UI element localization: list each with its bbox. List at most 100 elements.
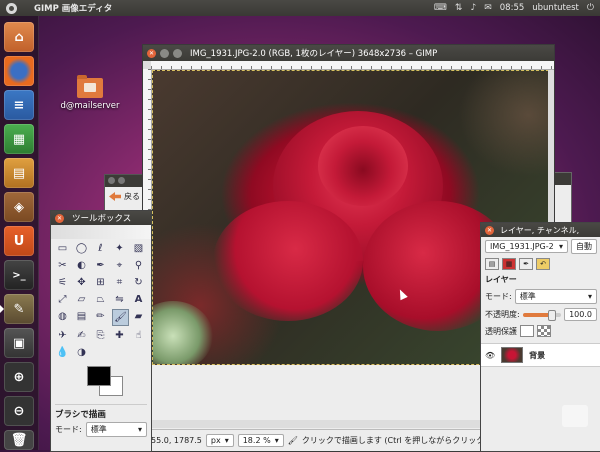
visibility-eye-icon[interactable]: 👁 (485, 351, 495, 360)
status-message: クリックで描画します (Ctrl を押しながらクリックでその (301, 436, 509, 445)
text-icon[interactable]: A (131, 292, 146, 307)
pencil-icon[interactable]: ✏ (93, 309, 108, 324)
auto-button[interactable]: 自動 (571, 239, 597, 254)
checker-icon (537, 325, 551, 337)
image-window-titlebar[interactable]: ✕ IMG_1931.JPG-2.0 (RGB, 1枚のレイヤー) 3648x2… (143, 45, 554, 61)
software-center-icon[interactable]: ◈ (4, 192, 34, 222)
opacity-input[interactable]: 100.0 (564, 308, 597, 321)
measure-icon[interactable]: ⚟ (55, 275, 70, 290)
foreground-color-swatch[interactable] (87, 366, 111, 386)
perspective-icon[interactable]: ⏢ (93, 292, 108, 307)
image-select[interactable]: IMG_1931.JPG-2 ▾ (485, 240, 568, 253)
rotate-icon[interactable]: ↻ (131, 275, 146, 290)
layers-titlebar[interactable]: ✕ レイヤー, チャンネル, (481, 223, 600, 237)
layer-thumbnail (501, 347, 524, 363)
impress-icon[interactable]: ▤ (4, 158, 34, 188)
pointer-coordinates: 55.0, 1787.5 (151, 436, 202, 445)
mode-label: モード: (55, 425, 82, 434)
calc-icon[interactable]: ▦ (4, 124, 34, 154)
horizontal-ruler[interactable] (151, 61, 554, 70)
layer-mode-select[interactable]: 標準 ▾ (514, 289, 597, 304)
user-menu[interactable]: ubuntutest (532, 3, 579, 13)
clock[interactable]: 08:55 (500, 3, 525, 13)
align-icon[interactable]: ⊞ (93, 275, 108, 290)
unit-select[interactable]: px ▾ (205, 434, 234, 447)
ruler-corner[interactable] (143, 61, 151, 69)
undo-tab-icon[interactable]: ↶ (536, 258, 550, 270)
launcher: ⌂ ≡ ▦ ▤ ◈ U >_ ✎ ▣ ⊕ ⊖ 🗑 (0, 16, 39, 450)
color-picker-icon[interactable]: ⌖ (112, 258, 127, 273)
paths-tab-icon[interactable]: ✒ (519, 258, 533, 270)
fuzzy-select-icon[interactable]: ✦ (112, 241, 127, 256)
close-icon[interactable]: ✕ (485, 225, 494, 235)
color-select-icon[interactable]: ▧ (131, 241, 146, 256)
power-icon[interactable]: ⏻ (587, 3, 594, 13)
ellipse-select-icon[interactable]: ◯ (74, 241, 89, 256)
image-select-row: IMG_1931.JPG-2 ▾ 自動 (481, 237, 600, 256)
layer-row[interactable]: 👁 背景 (481, 343, 600, 367)
image-window-title: IMG_1931.JPG-2.0 (RGB, 1枚のレイヤー) 3648x273… (190, 49, 438, 59)
tool-options-heading: ブラシで描画 (55, 404, 147, 420)
paintbrush-icon[interactable]: 🖌 (112, 309, 129, 326)
back-button-label: 戻る (124, 192, 140, 201)
writer-icon[interactable]: ≡ (4, 90, 34, 120)
close-icon[interactable]: ✕ (55, 213, 64, 223)
desktop-folder[interactable]: d@mailserver (60, 75, 120, 111)
toolbox-title: ツールボックス (72, 214, 132, 224)
zoom-out-icon[interactable]: ⊖ (4, 396, 34, 426)
maximize-icon[interactable] (173, 48, 182, 58)
dash-home-icon[interactable] (0, 0, 22, 16)
lasso-icon[interactable]: ℓ (93, 241, 108, 256)
lock-alpha-checkbox[interactable] (520, 325, 534, 337)
flip-icon[interactable]: ⇋ (112, 292, 127, 307)
clone-icon[interactable]: ⎘ (93, 328, 108, 343)
opacity-slider[interactable] (522, 309, 562, 321)
dodge-burn-icon[interactable]: ◑ (74, 345, 89, 360)
layers-tab-label: レイヤー (485, 275, 517, 284)
firefox-icon[interactable] (4, 56, 34, 86)
move-icon[interactable]: ✥ (74, 275, 89, 290)
zoom-in-icon[interactable]: ⊕ (4, 362, 34, 392)
chevron-down-icon: ▾ (274, 436, 279, 445)
rect-select-icon[interactable]: ▭ (55, 241, 70, 256)
crop-icon[interactable]: ⌗ (112, 275, 127, 290)
opacity-row: 不透明度: 100.0 (481, 306, 600, 323)
shear-icon[interactable]: ▱ (74, 292, 89, 307)
smudge-icon[interactable]: ☝ (131, 328, 146, 343)
paths-icon[interactable]: ✒ (93, 258, 108, 273)
dock-tabs: ▤ ▦ ✒ ↶ (481, 256, 600, 272)
terminal-icon[interactable]: >_ (4, 260, 34, 290)
foreground-select-icon[interactable]: ◐ (74, 258, 89, 273)
mode-select[interactable]: 標準 ▾ (85, 422, 147, 437)
close-icon[interactable]: ✕ (147, 48, 156, 58)
ubuntu-one-icon[interactable]: U (4, 226, 34, 256)
gimp-icon[interactable]: ✎ (4, 294, 34, 324)
blur-icon[interactable]: 💧 (55, 345, 70, 360)
home-folder-icon[interactable]: ⌂ (4, 22, 34, 52)
rose-petal (318, 126, 408, 206)
layers-dock-title: レイヤー, チャンネル, (500, 225, 580, 235)
heal-icon[interactable]: ✚ (112, 328, 127, 343)
active-app-title: GIMP 画像エディタ (34, 4, 113, 14)
zoom-icon[interactable]: ⚲ (131, 258, 146, 273)
eraser-icon[interactable]: ▰ (131, 309, 146, 324)
blend-icon[interactable]: ▤ (74, 309, 89, 324)
workspace-switcher-icon[interactable]: ▣ (4, 328, 34, 358)
scale-icon[interactable]: ⤢ (55, 292, 70, 307)
ink-icon[interactable]: ✍ (74, 328, 89, 343)
notification-bubble (562, 405, 588, 427)
minimize-icon[interactable] (160, 48, 169, 58)
scissors-icon[interactable]: ✂ (55, 258, 70, 273)
keyboard-icon[interactable]: ⌨ (434, 3, 447, 13)
zoom-select[interactable]: 18.2 % ▾ (237, 434, 284, 447)
channels-tab-icon[interactable]: ▦ (502, 258, 516, 270)
toolbox-titlebar[interactable]: ✕ ツールボックス (51, 211, 151, 225)
toolbox-window: ✕ ツールボックス ▭ ◯ ℓ ✦ ▧ ✂ ◐ ✒ ⌖ ⚲ ⚟ ✥ ⊞ ⌗ ↻ … (50, 210, 152, 452)
airbrush-icon[interactable]: ✈ (55, 328, 70, 343)
mail-icon[interactable]: ✉ (484, 3, 492, 13)
bucket-fill-icon[interactable]: ◍ (55, 309, 70, 324)
volume-icon[interactable]: ♪ (470, 3, 476, 13)
trash-icon[interactable]: 🗑 (4, 430, 34, 450)
network-icon[interactable]: ⇅ (455, 3, 463, 13)
layers-tab-icon[interactable]: ▤ (485, 258, 499, 270)
